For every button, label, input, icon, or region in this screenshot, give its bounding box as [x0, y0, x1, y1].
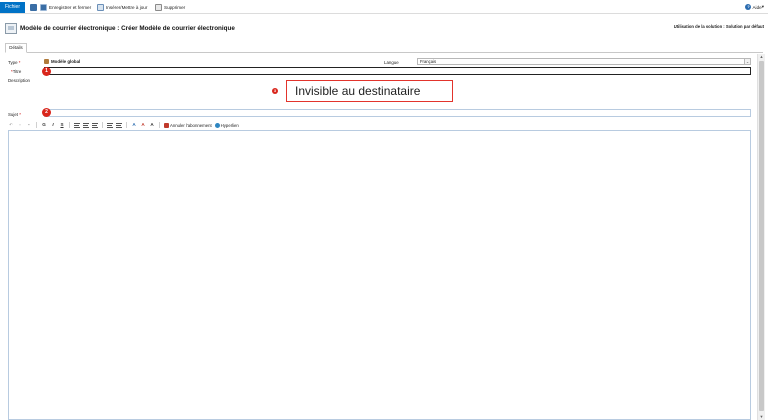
- bulleted-list-icon[interactable]: [116, 122, 122, 128]
- chevron-down-icon: ⌄: [744, 59, 750, 64]
- help-icon: ?: [745, 4, 752, 10]
- rich-text-toolbar: ↶ ▫ ▪ G I S A A A Annuler l'abonnement H…: [8, 121, 751, 129]
- delete-button[interactable]: Supprimer: [155, 2, 185, 12]
- description-label: Description: [8, 78, 30, 83]
- underline-button[interactable]: S: [59, 122, 65, 128]
- annotation-callout: Invisible au destinataire: [286, 80, 453, 102]
- global-template-icon: [44, 58, 49, 64]
- undo-icon[interactable]: ↶: [8, 122, 14, 128]
- command-ribbon: Fichier Enregistrer et fermer Insérer/Me…: [0, 0, 768, 14]
- align-left-icon[interactable]: [74, 122, 80, 128]
- highlight-color-icon[interactable]: A: [131, 122, 137, 128]
- delete-icon: [155, 3, 162, 11]
- solution-indicator: Utilisation de la solution : Solution pa…: [673, 24, 764, 29]
- title-label: *Titre: [11, 69, 22, 74]
- scrollbar-thumb[interactable]: [759, 61, 764, 411]
- scroll-down-icon[interactable]: ▼: [758, 414, 765, 420]
- chevron-down-icon: ▾: [761, 4, 764, 9]
- subject-label: Sujet *: [8, 112, 21, 117]
- bold-button[interactable]: G: [41, 122, 47, 128]
- subject-input[interactable]: [44, 109, 751, 117]
- unsubscribe-icon: [164, 122, 169, 128]
- paste-icon[interactable]: ▪: [26, 122, 32, 128]
- annotation-badge-1: 1: [42, 67, 51, 76]
- email-body-editor[interactable]: [8, 130, 751, 420]
- font-size-icon[interactable]: A: [149, 122, 155, 128]
- numbered-list-icon[interactable]: [107, 122, 113, 128]
- language-select[interactable]: Français ⌄: [417, 58, 751, 65]
- italic-button[interactable]: I: [50, 122, 56, 128]
- unsubscribe-button[interactable]: Annuler l'abonnement: [164, 122, 212, 128]
- title-input[interactable]: [44, 67, 751, 75]
- toolbar-divider: [69, 122, 70, 128]
- tab-details[interactable]: Détails: [5, 43, 27, 53]
- hyperlink-icon: [214, 122, 220, 128]
- save-and-close-icon: [40, 3, 47, 11]
- help-button[interactable]: ? Aide ▾: [745, 2, 764, 12]
- font-color-icon[interactable]: A: [140, 122, 146, 128]
- hyperlink-button[interactable]: Hyperlien: [214, 122, 239, 128]
- delete-label: Supprimer: [164, 4, 186, 10]
- align-center-icon[interactable]: [83, 122, 89, 128]
- save-button[interactable]: [30, 2, 39, 12]
- toolbar-divider: [36, 122, 37, 128]
- file-tab[interactable]: Fichier: [0, 2, 25, 13]
- save-icon: [30, 3, 37, 11]
- insert-update-icon: [97, 3, 104, 11]
- insert-update-button[interactable]: Insérer/Mettre à jour: [97, 2, 147, 12]
- page-header: Modèle de courrier électronique : Créer …: [0, 18, 768, 40]
- toolbar-divider: [126, 122, 127, 128]
- save-and-close-button[interactable]: Enregistrer et fermer: [40, 2, 91, 12]
- language-label: Langue: [384, 60, 399, 65]
- scroll-up-icon[interactable]: ▲: [758, 54, 765, 60]
- email-template-form: Type * Modèle global Langue Français ⌄ *…: [0, 54, 757, 420]
- form-tabs: Détails: [5, 43, 763, 53]
- copy-icon[interactable]: ▫: [17, 122, 23, 128]
- email-template-icon: [5, 23, 17, 34]
- align-right-icon[interactable]: [92, 122, 98, 128]
- vertical-scrollbar[interactable]: ▲ ▼: [757, 54, 765, 420]
- type-label: Type *: [8, 60, 21, 65]
- required-mark: *: [18, 60, 21, 65]
- toolbar-divider: [102, 122, 103, 128]
- help-label: Aide: [752, 4, 762, 10]
- annotation-badge-3: 3: [272, 88, 278, 94]
- toolbar-divider: [159, 122, 160, 128]
- type-value: Modèle global: [44, 58, 80, 64]
- annotation-badge-2: 2: [42, 108, 51, 117]
- insert-update-label: Insérer/Mettre à jour: [106, 4, 148, 10]
- save-and-close-label: Enregistrer et fermer: [49, 4, 92, 10]
- page-title: Modèle de courrier électronique : Créer …: [20, 25, 235, 32]
